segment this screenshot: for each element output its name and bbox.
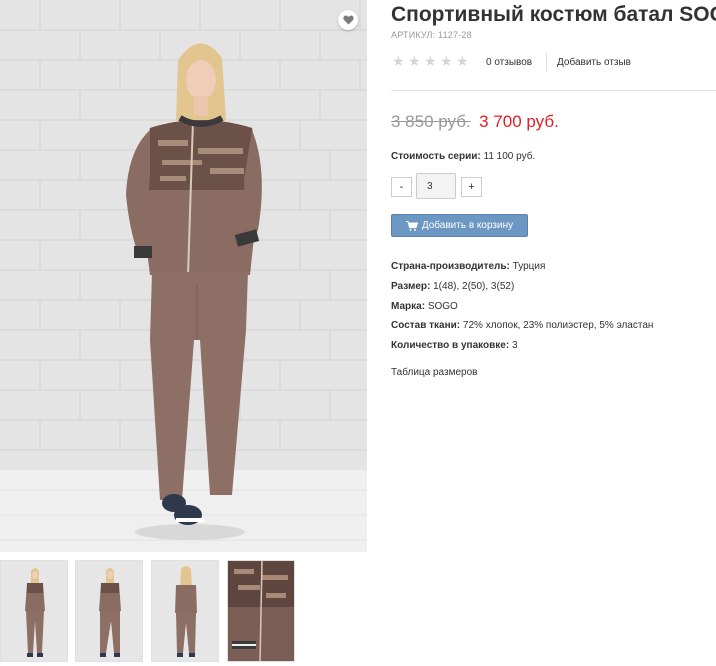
favorite-button[interactable] [338,10,358,30]
attribute-value: 3 [511,340,518,352]
add-review-link[interactable]: Добавить отзыв [557,57,631,68]
star-icon[interactable]: ★ [456,54,469,68]
add-to-cart-label: Добавить в корзину [421,220,514,231]
attribute-value: 1(48), 2(50), 3(52) [433,280,515,292]
heart-icon [342,15,354,25]
cart-icon [405,220,418,231]
attribute-label: Состав ткани: [391,320,461,332]
attribute-row: Количество в упаковке: 3 [391,339,653,359]
product-photo [0,0,367,552]
product-title: Спортивный костюм батал SOGO [391,3,716,26]
old-price: 3 850 руб. [391,112,471,131]
series-price-value: 11 100 руб. [483,151,536,162]
quantity-decrease-button[interactable]: - [391,177,412,197]
attribute-label: Страна-производитель: [391,261,510,272]
thumbnail-back-view[interactable] [151,560,219,662]
quantity-increase-button[interactable]: + [461,177,482,197]
thumbnail-image [152,561,218,661]
thumbnail-front-full[interactable] [0,560,68,662]
thumbnail-image [1,561,67,661]
current-price: 3 700 руб. [479,112,559,131]
rating-row: ★ ★ ★ ★ ★ 0 отзывов Добавить отзыв [391,53,716,71]
attribute-label: Размер: [391,280,431,292]
attribute-value: Турция [512,261,546,272]
main-product-image[interactable] [0,0,367,552]
price-block: 3 850 руб. 3 700 руб. [391,112,559,132]
attribute-label: Количество в упаковке: [391,340,510,352]
divider [546,53,547,71]
star-icon[interactable]: ★ [408,54,421,68]
series-price: Стоимость серии: 11 100 руб. [391,151,535,162]
thumbnail-jacket-detail[interactable] [227,560,295,662]
attribute-row: Марка: SOGO [391,300,653,320]
star-icon[interactable]: ★ [440,54,453,68]
attribute-row: Страна-производитель: Турция [391,260,653,280]
product-sku: Артикул: 1127-28 [391,30,472,40]
series-price-label: Стоимость серии: [391,151,481,162]
attribute-label: Марка: [391,300,426,312]
thumbnail-front-pose[interactable] [75,560,143,662]
quantity-input[interactable] [416,173,456,199]
attribute-row: Состав ткани: 72% хлопок, 23% полиэстер,… [391,319,653,339]
sku-value: 1127-28 [438,30,472,40]
sku-label: Артикул: [391,30,436,40]
attribute-value: SOGO [427,300,458,312]
thumbnail-image [228,561,294,661]
add-to-cart-button[interactable]: Добавить в корзину [391,214,528,237]
attribute-row: Размер: 1(48), 2(50), 3(52) [391,280,653,300]
reviews-count-link[interactable]: 0 отзывов [486,57,532,68]
star-icon[interactable]: ★ [392,54,405,68]
thumbnail-strip [0,560,300,664]
attribute-value: 72% хлопок, 23% полиэстер, 5% эластан [462,320,654,332]
rating-stars[interactable]: ★ ★ ★ ★ ★ [392,54,469,68]
star-icon[interactable]: ★ [424,54,437,68]
thumbnail-image [76,561,142,661]
size-table-link[interactable]: Таблица размеров [391,367,477,378]
product-attributes: Страна-производитель: Турция Размер: 1(4… [391,260,653,359]
section-divider [391,90,716,91]
